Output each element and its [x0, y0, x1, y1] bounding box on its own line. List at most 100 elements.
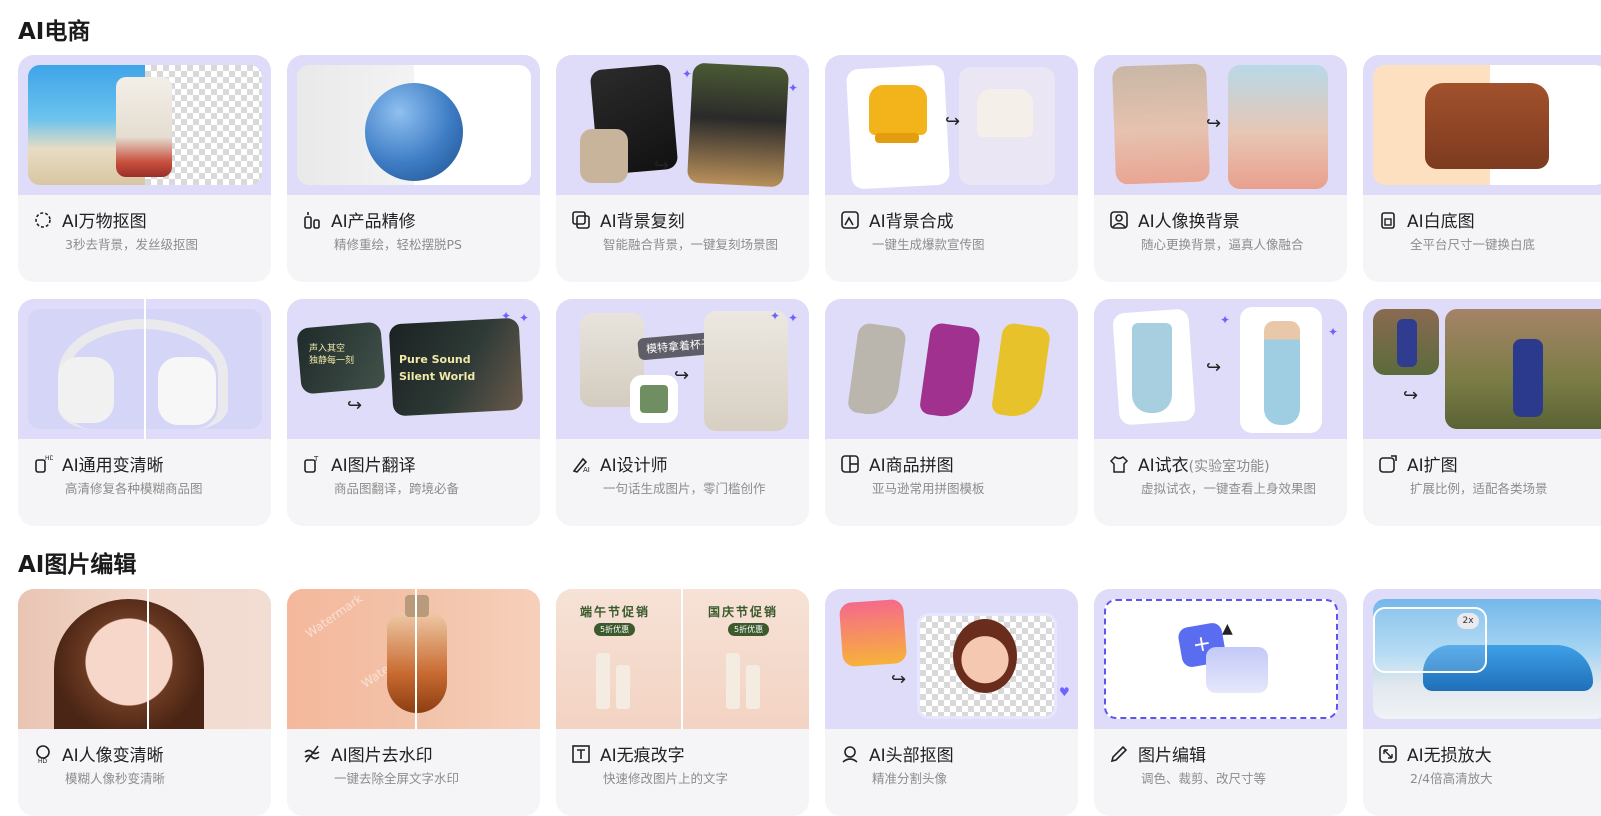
card-ai-portrait-background[interactable]: ↪ AI人像换背景 随心更换背景，逼真人像融合 [1094, 55, 1347, 282]
card-thumbnail [18, 299, 271, 439]
card-description: 调色、裁剪、改尺寸等 [1141, 771, 1267, 786]
compose-icon [839, 209, 861, 231]
card-thumbnail: ↪ [1094, 55, 1347, 195]
zoom-badge: 2x [1457, 613, 1479, 629]
thumb-promo-title-left: 端午节促销 [580, 605, 651, 619]
card-description: 商品图翻译，跨境必备 [334, 481, 460, 496]
card-ai-virtual-tryon[interactable]: ↪ ✦ ✦ AI试衣(实验室功能) 虚拟试衣，一键查看上身效果图 [1094, 299, 1347, 526]
card-title: AI人像换背景 [1138, 212, 1240, 232]
card-thumbnail: ↪ ✦ ✦ [1094, 299, 1347, 439]
card-title: AI白底图 [1407, 212, 1475, 232]
card-title-tag: (实验室功能) [1188, 459, 1270, 475]
translate-icon: T [301, 453, 323, 475]
card-title: AI设计师 [600, 456, 668, 476]
card-title: AI人像变清晰 [62, 746, 164, 766]
card-thumbnail: + ▲ [1094, 589, 1347, 729]
thumb-promo-badge-left: 5折优惠 [594, 623, 636, 636]
card-description: 全平台尺寸一键换白底 [1410, 237, 1536, 252]
card-ai-watermark-remove[interactable]: Watermark Watermark AI图片去水印 一键去除全屏文字水印 [287, 589, 540, 816]
card-thumbnail [825, 299, 1078, 439]
svg-text:AI: AI [583, 466, 590, 474]
card-description: 2/4倍高清放大 [1410, 771, 1493, 786]
watermark-remove-icon [301, 743, 323, 765]
card-thumbnail: 模特拿着杯子 ↪ ✦ ✦ [556, 299, 809, 439]
card-title: AI万物抠图 [62, 212, 147, 232]
thumb-promo-title-right: 国庆节促销 [708, 605, 779, 619]
card-title: AI图片翻译 [331, 456, 416, 476]
card-description: 一键生成爆款宣传图 [872, 237, 985, 252]
card-grid-image-edit: HD AI人像变清晰 模糊人像秒变清晰 Watermark Watermark … [18, 589, 1601, 816]
svg-text:T: T [313, 455, 319, 463]
card-thumbnail: 端午节促销 5折优惠 国庆节促销 5折优惠 [556, 589, 809, 729]
card-title: AI背景合成 [869, 212, 954, 232]
card-description: 扩展比例，适配各类场景 [1410, 481, 1548, 496]
card-description: 一键去除全屏文字水印 [334, 771, 460, 786]
card-ai-white-background[interactable]: AI白底图 全平台尺寸一键换白底 [1363, 55, 1601, 282]
portrait-bg-icon [1108, 209, 1130, 231]
card-grid-ecommerce: AI万物抠图 3秒去背景，发丝级抠图 AI产品精修 精修重绘，轻松摆脱PS ↪ … [18, 55, 1601, 282]
card-description: 一句话生成图片，零门槛创作 [603, 481, 766, 496]
retouch-icon [301, 209, 323, 231]
thumb-text-chinese: 声入其空 独静每一刻 [309, 344, 355, 366]
card-thumbnail [1363, 55, 1601, 195]
face-hd-icon: HD [32, 743, 54, 765]
card-title: AI产品精修 [331, 212, 416, 232]
card-thumbnail: ↪ [1363, 299, 1601, 439]
collage-icon [839, 453, 861, 475]
upscale-icon [1377, 743, 1399, 765]
card-thumbnail: Watermark Watermark [287, 589, 540, 729]
section-title-ai-image-edit: AI图片编辑 [18, 552, 137, 578]
card-ai-text-edit[interactable]: 端午节促销 5折优惠 国庆节促销 5折优惠 AI无痕改字 快速修改图片上的文字 [556, 589, 809, 816]
card-description: 精准分割头像 [872, 771, 948, 786]
card-thumbnail [287, 55, 540, 195]
cutout-icon [32, 209, 54, 231]
card-title: AI无痕改字 [600, 746, 685, 766]
card-description: 高清修复各种模糊商品图 [65, 481, 203, 496]
card-title: AI扩图 [1407, 456, 1458, 476]
card-ai-cutout[interactable]: AI万物抠图 3秒去背景，发丝级抠图 [18, 55, 271, 282]
card-description: 亚马逊常用拼图模板 [872, 481, 985, 496]
designer-icon: AI [570, 453, 592, 475]
card-thumbnail: ↪ ♥ [825, 589, 1078, 729]
card-description: 智能融合背景，一键复刻场景图 [603, 237, 779, 252]
text-edit-icon [570, 743, 592, 765]
card-thumbnail [18, 589, 271, 729]
card-title: AI试衣(实验室功能) [1138, 456, 1270, 476]
thumb-promo-badge-right: 5折优惠 [728, 623, 770, 636]
card-thumbnail: 声入其空 独静每一刻 Pure Sound Silent World ↪ ✦ ✦ [287, 299, 540, 439]
card-description: 模糊人像秒变清晰 [65, 771, 166, 786]
card-ai-general-enhance[interactable]: HD AI通用变清晰 高清修复各种模糊商品图 [18, 299, 271, 526]
white-bg-icon [1377, 209, 1399, 231]
layers-icon [570, 209, 592, 231]
card-title: AI通用变清晰 [62, 456, 164, 476]
card-title: AI商品拼图 [869, 456, 954, 476]
pencil-icon [1108, 743, 1130, 765]
expand-icon [1377, 453, 1399, 475]
card-thumbnail [18, 55, 271, 195]
card-title: AI图片去水印 [331, 746, 433, 766]
card-ai-product-retouch[interactable]: AI产品精修 精修重绘，轻松摆脱PS [287, 55, 540, 282]
card-ai-expand[interactable]: ↪ AI扩图 扩展比例，适配各类场景 [1363, 299, 1601, 526]
card-ai-product-collage[interactable]: AI商品拼图 亚马逊常用拼图模板 [825, 299, 1078, 526]
card-ai-designer[interactable]: 模特拿着杯子 ↪ ✦ ✦ AI AI设计师 一句话生成图片，零门槛创作 [556, 299, 809, 526]
card-ai-portrait-enhance[interactable]: HD AI人像变清晰 模糊人像秒变清晰 [18, 589, 271, 816]
card-description: 快速修改图片上的文字 [603, 771, 729, 786]
card-description: 精修重绘，轻松摆脱PS [334, 237, 462, 252]
card-ai-background-compose[interactable]: ↪ AI背景合成 一键生成爆款宣传图 [825, 55, 1078, 282]
card-ai-background-replicate[interactable]: ↪ ✦ ✦ AI背景复刻 智能融合背景，一键复刻场景图 [556, 55, 809, 282]
card-thumbnail: ↪ ✦ ✦ [556, 55, 809, 195]
card-title: AI无损放大 [1407, 746, 1492, 766]
card-ai-image-translate[interactable]: 声入其空 独静每一刻 Pure Sound Silent World ↪ ✦ ✦… [287, 299, 540, 526]
card-title: 图片编辑 [1138, 746, 1206, 766]
svg-text:HD: HD [45, 455, 53, 462]
enhance-icon: HD [32, 453, 54, 475]
card-image-edit[interactable]: + ▲ 图片编辑 调色、裁剪、改尺寸等 [1094, 589, 1347, 816]
card-description: 3秒去背景，发丝级抠图 [65, 237, 198, 252]
card-ai-lossless-upscale[interactable]: 2x AI无损放大 2/4倍高清放大 [1363, 589, 1601, 816]
card-grid-ecommerce-row2: HD AI通用变清晰 高清修复各种模糊商品图 声入其空 独静每一刻 Pure S… [18, 299, 1601, 526]
card-thumbnail: 2x [1363, 589, 1601, 729]
svg-text:HD: HD [38, 758, 48, 764]
tryon-icon [1108, 453, 1130, 475]
head-cutout-icon [839, 743, 861, 765]
card-ai-head-cutout[interactable]: ↪ ♥ AI头部抠图 精准分割头像 [825, 589, 1078, 816]
